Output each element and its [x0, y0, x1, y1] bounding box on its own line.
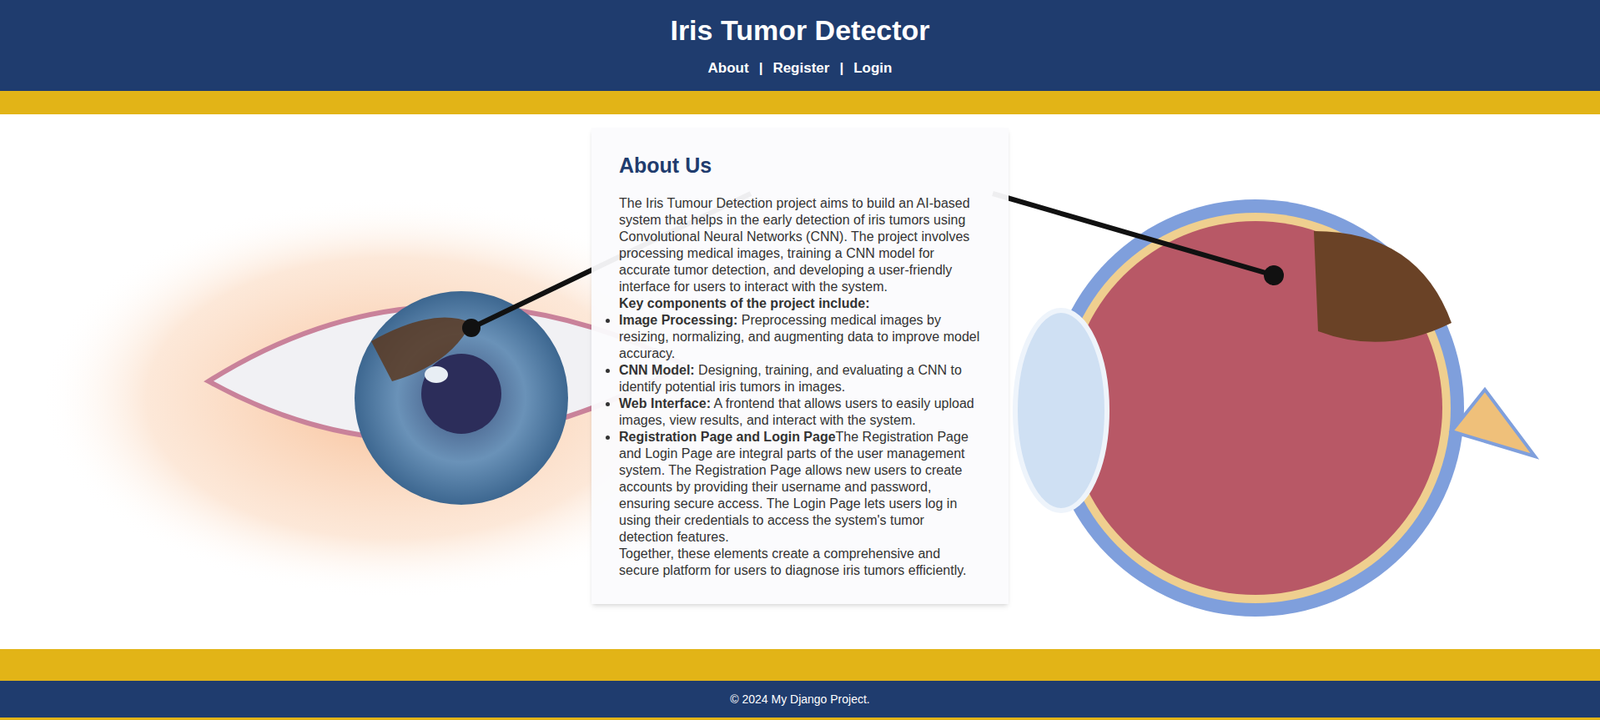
bottom-stripe [0, 649, 1600, 681]
key-heading: Key components of the project include: [618, 295, 982, 312]
nav-link[interactable]: Register [772, 57, 830, 80]
nav: About | Register | Login [708, 57, 893, 80]
page: Iris Tumor DetectorAbout|Register|LoginA… [0, 0, 1600, 720]
footer: © 2024 My Django Project. [0, 680, 1600, 718]
nav-link[interactable]: Login [853, 57, 892, 80]
component-item: Registration Page and Login PageThe Regi… [618, 428, 982, 546]
nav-link[interactable]: About [708, 57, 750, 80]
top-stripe [0, 90, 1600, 115]
about-heading: About Us [618, 152, 982, 179]
component-item: CNN Model: Designing, training, and eval… [618, 362, 982, 396]
about-intro: The Iris Tumour Detection project aims t… [618, 195, 982, 296]
header: Iris Tumor Detector About | Register | Login [0, 0, 1600, 91]
main: About Us The Iris Tumour Detection projec… [0, 114, 1600, 650]
footer-text: © 2024 My Django Project. [729, 690, 871, 709]
nav-separator: | [839, 57, 844, 80]
about-card: About Us The Iris Tumour Detection projec… [591, 127, 1009, 604]
component-item: Image Processing: Preprocessing medical … [618, 311, 982, 363]
nav-separator: | [759, 57, 764, 80]
component-item: Web Interface: A frontend that allows us… [618, 395, 982, 429]
footer-line [0, 717, 1600, 720]
site-title: Iris Tumor Detector [669, 12, 930, 49]
component-list: Image Processing: Preprocessing medical … [618, 311, 982, 546]
about-closing: Together, these elements create a compre… [618, 545, 982, 579]
